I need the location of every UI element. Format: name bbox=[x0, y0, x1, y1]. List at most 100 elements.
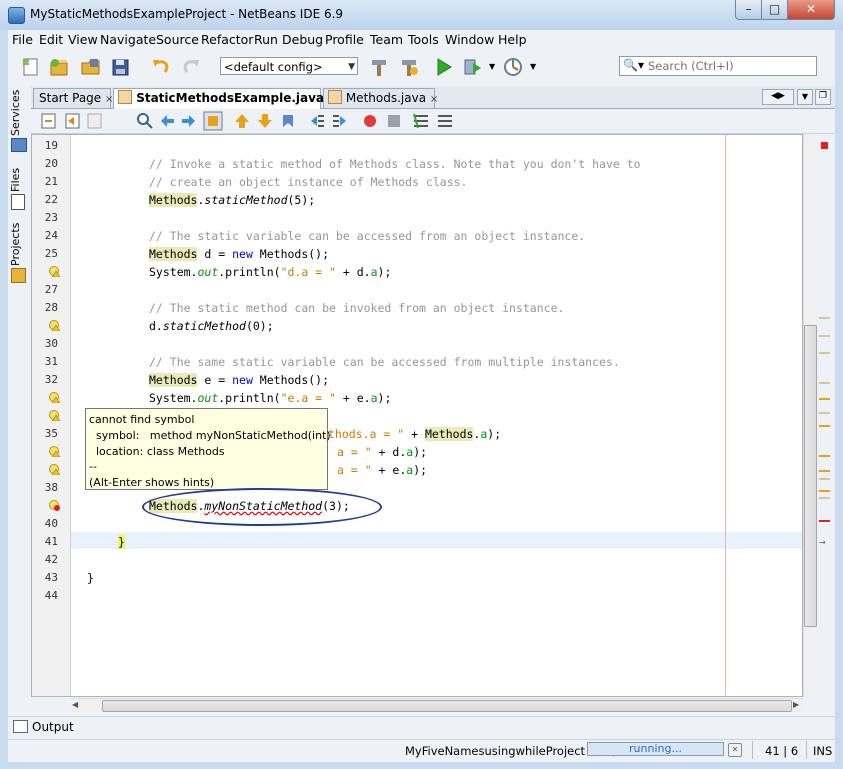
error-hint-icon[interactable] bbox=[49, 500, 61, 511]
next-bookmark-icon[interactable] bbox=[256, 112, 274, 130]
scroll-left-arrow-icon[interactable]: ◀ bbox=[72, 700, 78, 709]
search-box[interactable]: 🔍▾ bbox=[619, 56, 817, 76]
tab-list-chevron-down-icon[interactable]: ▼ bbox=[797, 89, 813, 105]
warning-hint-icon[interactable] bbox=[49, 410, 61, 421]
menu-debug[interactable]: Debug bbox=[282, 32, 323, 47]
line-number-gutter: 19 20 21 22 23 24 25 27 28 30 31 32 35 3… bbox=[32, 135, 71, 696]
window-title: MyStaticMethodsExampleProject - NetBeans… bbox=[30, 7, 344, 21]
run-icon[interactable] bbox=[433, 56, 455, 78]
stripe-mark[interactable] bbox=[819, 382, 830, 384]
progress-bar[interactable]: running... bbox=[587, 742, 724, 756]
code-line-41-brace: } bbox=[118, 535, 125, 549]
stop-macro-icon[interactable] bbox=[386, 113, 402, 129]
menu-view[interactable]: View bbox=[68, 32, 98, 47]
right-margin-line bbox=[725, 135, 726, 696]
maximize-button[interactable]: □ bbox=[761, 0, 788, 20]
find-previous-icon[interactable] bbox=[158, 112, 176, 130]
back-icon[interactable] bbox=[64, 112, 82, 130]
shift-left-icon[interactable] bbox=[308, 112, 326, 130]
line-number: 21 bbox=[44, 175, 58, 188]
minimize-button[interactable]: – bbox=[735, 0, 762, 20]
warning-stripe-mark[interactable] bbox=[819, 455, 830, 457]
warning-stripe-mark[interactable] bbox=[819, 425, 830, 427]
warning-hint-icon[interactable] bbox=[49, 446, 61, 457]
warning-stripe-mark[interactable] bbox=[819, 490, 830, 492]
code-line-43-brace: } bbox=[87, 571, 94, 585]
menu-help[interactable]: Help bbox=[498, 32, 527, 47]
tab-methods-java[interactable]: Methods.java × bbox=[323, 88, 438, 108]
output-tab[interactable]: Output bbox=[32, 720, 74, 734]
menu-profile[interactable]: Profile bbox=[325, 32, 364, 47]
menu-file[interactable]: File bbox=[12, 32, 33, 47]
menu-edit[interactable]: Edit bbox=[39, 32, 63, 47]
cancel-process-icon[interactable]: ✕ bbox=[728, 743, 742, 757]
error-stripe[interactable] bbox=[818, 134, 835, 697]
stripe-mark[interactable] bbox=[819, 317, 830, 319]
save-all-icon[interactable] bbox=[110, 56, 132, 78]
find-icon[interactable] bbox=[136, 112, 154, 130]
sidebar-tab-projects[interactable]: Projects bbox=[9, 223, 29, 266]
comment-icon[interactable] bbox=[412, 112, 430, 130]
stripe-mark[interactable] bbox=[819, 497, 830, 499]
caret-position: 41 | 6 bbox=[765, 744, 799, 758]
menu-team[interactable]: Team bbox=[370, 32, 403, 47]
new-project-icon[interactable] bbox=[48, 56, 70, 78]
stripe-mark[interactable] bbox=[819, 352, 830, 354]
stripe-mark[interactable] bbox=[819, 335, 830, 337]
menu-refactor[interactable]: Refactor bbox=[201, 32, 253, 47]
previous-bookmark-icon[interactable] bbox=[233, 112, 251, 130]
warning-hint-icon[interactable] bbox=[49, 266, 61, 277]
open-project-icon[interactable] bbox=[80, 56, 102, 78]
sidebar-tab-services[interactable]: Services bbox=[9, 90, 29, 136]
debug-dropdown-chevron-icon[interactable]: ▼ bbox=[489, 62, 495, 71]
line-number: 24 bbox=[44, 229, 58, 242]
find-next-icon[interactable] bbox=[180, 112, 198, 130]
config-select[interactable]: <default config> ▼ bbox=[220, 57, 358, 75]
code-line-24: // The static variable can be accessed f… bbox=[149, 229, 586, 243]
menu-navigate[interactable]: Navigate bbox=[100, 32, 156, 47]
last-edit-icon[interactable] bbox=[40, 112, 58, 130]
stripe-mark[interactable] bbox=[819, 412, 830, 414]
restore-window-icon[interactable]: ❐ bbox=[815, 89, 831, 105]
vertical-scroll-thumb[interactable] bbox=[804, 325, 817, 627]
error-stripe-mark[interactable] bbox=[819, 520, 830, 522]
warning-hint-icon[interactable] bbox=[49, 320, 61, 331]
search-input[interactable] bbox=[648, 58, 813, 74]
forward-icon[interactable] bbox=[86, 112, 104, 130]
redo-icon[interactable] bbox=[180, 56, 202, 78]
tab-static-methods-example[interactable]: StaticMethodsExample.java × bbox=[113, 88, 337, 109]
line-number: 32 bbox=[44, 373, 58, 386]
menu-source[interactable]: Source bbox=[156, 32, 199, 47]
shift-right-icon[interactable] bbox=[331, 112, 349, 130]
warning-stripe-mark[interactable] bbox=[819, 398, 830, 400]
toggle-bookmark-icon[interactable] bbox=[279, 112, 297, 130]
profile-dropdown-chevron-icon[interactable]: ▼ bbox=[530, 62, 536, 71]
toggle-highlight-icon[interactable] bbox=[203, 111, 223, 131]
start-macro-icon[interactable] bbox=[362, 113, 378, 129]
code-line-37-visible: a = " + e.a); bbox=[337, 463, 428, 477]
horizontal-scroll-thumb[interactable] bbox=[102, 700, 792, 712]
warning-hint-icon[interactable] bbox=[49, 464, 61, 475]
sidebar-tab-files[interactable]: Files bbox=[9, 168, 29, 192]
undo-icon[interactable] bbox=[150, 56, 172, 78]
debug-icon[interactable] bbox=[462, 56, 484, 78]
uncomment-icon[interactable] bbox=[436, 112, 454, 130]
menu-run[interactable]: Run bbox=[254, 32, 278, 47]
tab-start-page[interactable]: Start Page × bbox=[33, 88, 113, 108]
warning-hint-icon[interactable] bbox=[49, 392, 61, 403]
warning-stripe-mark[interactable] bbox=[819, 470, 830, 472]
menu-window[interactable]: Window bbox=[445, 32, 494, 47]
close-icon[interactable]: × bbox=[430, 94, 438, 105]
clean-build-icon[interactable] bbox=[398, 56, 420, 78]
menu-tools[interactable]: Tools bbox=[408, 32, 439, 47]
stripe-mark[interactable] bbox=[819, 478, 830, 480]
menu-bar: File Edit View Navigate Source Refactor … bbox=[8, 30, 835, 50]
new-file-icon[interactable]: + bbox=[20, 56, 42, 78]
svg-text:+: + bbox=[26, 58, 33, 67]
build-hammer-icon[interactable] bbox=[368, 56, 390, 78]
profile-icon[interactable] bbox=[502, 56, 524, 78]
tab-scroll-arrows[interactable]: ◀▶ bbox=[762, 89, 794, 105]
error-status-marker[interactable] bbox=[821, 142, 828, 149]
scroll-right-arrow-icon[interactable]: ▶ bbox=[793, 700, 799, 709]
close-window-button[interactable]: ✕ bbox=[787, 0, 835, 20]
